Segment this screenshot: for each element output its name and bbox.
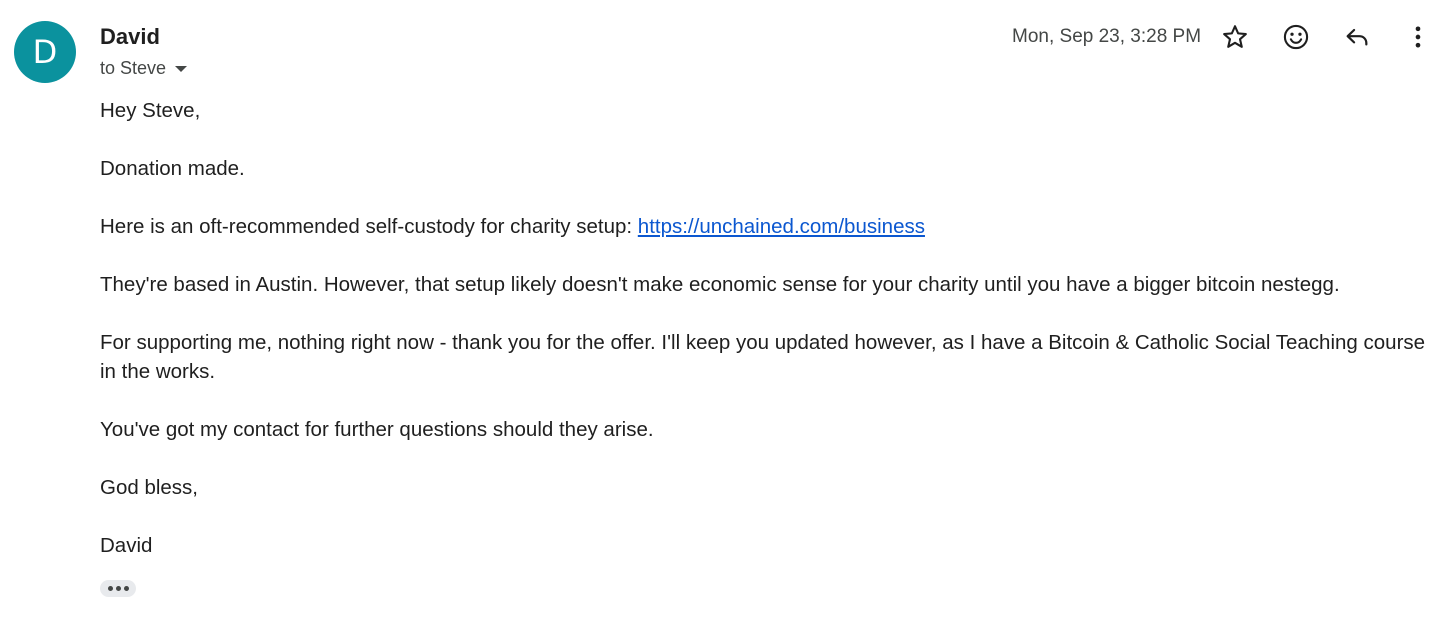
body-paragraph: Donation made. bbox=[100, 157, 245, 180]
star-icon bbox=[1223, 25, 1247, 48]
emoji-icon bbox=[1283, 24, 1309, 50]
unchained-link[interactable]: https://unchained.com/business bbox=[638, 215, 925, 238]
closing: God bless, bbox=[100, 476, 198, 499]
reply-icon bbox=[1346, 28, 1368, 46]
message-body: Hey Steve, Donation made. Here is an oft… bbox=[100, 96, 1430, 589]
caret-down-icon[interactable] bbox=[175, 66, 188, 72]
message-timestamp: Mon, Sep 23, 3:28 PM bbox=[1012, 26, 1202, 47]
reply-button[interactable] bbox=[1339, 19, 1375, 55]
show-trimmed-content-button[interactable] bbox=[100, 580, 136, 597]
recipient-dropdown[interactable]: to Steve bbox=[100, 57, 188, 79]
avatar[interactable]: D bbox=[14, 21, 76, 83]
sender-name[interactable]: David bbox=[100, 24, 160, 50]
dot bbox=[115, 586, 121, 591]
more-vert-icon bbox=[1415, 26, 1421, 48]
dot bbox=[107, 586, 113, 591]
link-intro-text: Here is an oft-recommended self-custody … bbox=[100, 215, 638, 238]
body-paragraph: They're based in Austin. However, that s… bbox=[100, 273, 1340, 296]
more-options-button[interactable] bbox=[1400, 19, 1436, 55]
recipient-label: to Steve bbox=[100, 57, 167, 78]
add-reaction-button[interactable] bbox=[1278, 19, 1314, 55]
greeting: Hey Steve, bbox=[100, 99, 201, 122]
body-paragraph: Here is an oft-recommended self-custody … bbox=[100, 212, 1430, 241]
body-paragraph: You've got my contact for further questi… bbox=[100, 418, 654, 441]
star-button[interactable] bbox=[1217, 19, 1253, 55]
body-paragraph: For supporting me, nothing right now - t… bbox=[100, 331, 1426, 383]
signature: David bbox=[100, 534, 153, 557]
dot bbox=[123, 586, 129, 591]
